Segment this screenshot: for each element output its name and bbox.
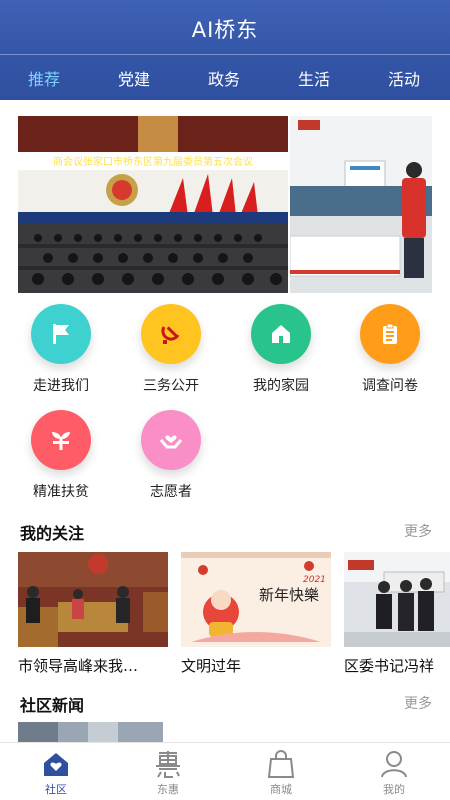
top-header: AI桥东 推荐 党建 政务 生活 活动 — [0, 0, 450, 100]
grid-label: 精准扶贫 — [33, 484, 89, 500]
nav-item-mine[interactable]: 我的 — [354, 749, 434, 797]
hui-glyph-icon — [128, 749, 208, 779]
nav-item-mall[interactable]: 商城 — [241, 749, 321, 797]
bottom-navigation: 社区 东惠 商城 我的 — [0, 742, 450, 800]
nav-label: 东惠 — [157, 783, 179, 796]
grid-item-three-affairs[interactable]: 三务公开 — [121, 304, 221, 395]
card-image — [18, 552, 168, 647]
card-title: 市领导高峰来我… — [18, 657, 139, 675]
banner-carousel[interactable]: 商会议张家口市桥东区第九届委员第五次会议 — [18, 116, 432, 293]
grid-label: 走进我们 — [33, 378, 89, 394]
flag-icon — [31, 304, 91, 364]
grid-item-about-us[interactable]: 走进我们 — [11, 304, 111, 395]
follow-card[interactable]: 市领导高峰来我… — [18, 552, 168, 676]
follow-card[interactable]: 2021 新年快樂 文明过年 — [181, 552, 331, 676]
grid-item-volunteer[interactable]: 志愿者 — [121, 410, 221, 501]
card-title: 区委书记冯祥 — [344, 657, 435, 675]
hammer-sickle-icon — [141, 304, 201, 364]
app-screen: AI桥东 推荐 党建 政务 生活 活动 商会议张家口市桥东区第九届委员第五次会议… — [0, 0, 450, 800]
tab-recommend[interactable]: 推荐 — [28, 66, 60, 90]
banner-photo-office — [290, 116, 432, 293]
tab-government[interactable]: 政务 — [208, 66, 240, 90]
category-tabs: 推荐 党建 政务 生活 活动 — [0, 56, 450, 100]
grid-item-my-home[interactable]: 我的家园 — [231, 304, 331, 395]
header-divider — [0, 54, 450, 55]
my-follow-card-list: 市领导高峰来我… 2021 新年快樂 文明过年 区委书记冯祥 — [0, 552, 450, 682]
card-title: 文明过年 — [181, 657, 242, 675]
my-follow-more-link[interactable]: 更多 — [404, 521, 432, 541]
grid-label: 调查问卷 — [362, 378, 418, 394]
nav-item-community[interactable]: 社区 — [16, 749, 96, 797]
tab-party-building[interactable]: 党建 — [118, 66, 150, 90]
home-heart-icon — [16, 749, 96, 779]
card-image — [344, 552, 450, 647]
banner-caption: 商会议张家口市桥东区第九届委员第五次会议 — [53, 157, 253, 168]
tab-activities[interactable]: 活动 — [388, 66, 420, 90]
house-icon — [251, 304, 311, 364]
nav-item-donghui[interactable]: 东惠 — [128, 749, 208, 797]
quick-access-grid: 走进我们 三务公开 我的家园 调查问卷 精准扶贫 志愿者 — [0, 300, 450, 500]
app-title: AI桥东 — [191, 18, 259, 42]
section-title-my-follow: 我的关注 — [20, 524, 85, 543]
tab-life[interactable]: 生活 — [298, 66, 330, 90]
card-image: 2021 新年快樂 — [181, 552, 331, 647]
clipboard-icon — [360, 304, 420, 364]
nav-label: 商城 — [270, 783, 292, 796]
grid-label: 三务公开 — [143, 378, 199, 394]
section-title-community-news: 社区新闻 — [20, 696, 85, 715]
grid-label: 我的家园 — [253, 378, 309, 394]
grid-item-survey[interactable]: 调查问卷 — [340, 304, 440, 395]
grid-item-poverty-alleviation[interactable]: 精准扶贫 — [11, 410, 111, 501]
card-image-year: 2021 — [303, 575, 326, 585]
news-thumbnail[interactable] — [18, 722, 163, 744]
card-image-text: 新年快樂 — [259, 586, 319, 604]
grid-label: 志愿者 — [150, 484, 192, 500]
community-news-more-link[interactable]: 更多 — [404, 693, 432, 713]
banner-photo-conference: 商会议张家口市桥东区第九届委员第五次会议 — [18, 116, 288, 293]
heart-hands-icon — [141, 410, 201, 470]
user-icon — [354, 749, 434, 779]
nav-label: 我的 — [383, 783, 405, 796]
nav-label: 社区 — [45, 783, 67, 796]
follow-card[interactable]: 区委书记冯祥 — [344, 552, 450, 676]
shopping-bag-icon — [241, 749, 321, 779]
sprout-icon — [31, 410, 91, 470]
